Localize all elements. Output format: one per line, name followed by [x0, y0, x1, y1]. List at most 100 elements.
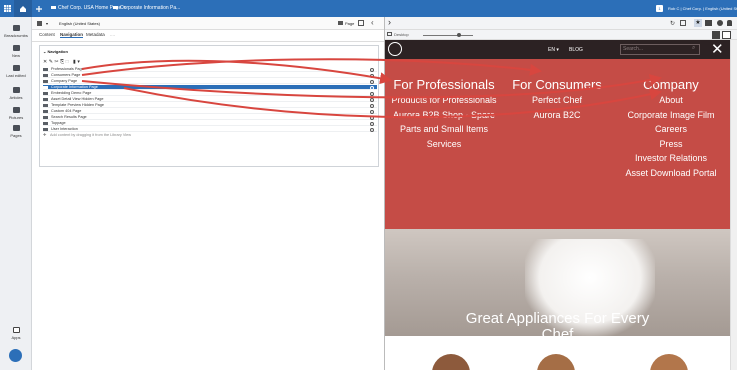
feature-image[interactable]	[432, 354, 470, 370]
menu-item[interactable]: Products for Professionals	[385, 93, 504, 108]
language-menu-label: EN	[548, 47, 555, 53]
rail-breadcrumbs[interactable]: Breadcrumbs	[0, 25, 32, 38]
menu-item[interactable]: Aurora B2C	[497, 108, 617, 123]
menu-item[interactable]: Aurora B2B Shop - Spare	[385, 108, 504, 123]
zoom-slider-handle[interactable]	[457, 33, 461, 37]
settings-icon[interactable]	[370, 67, 374, 72]
close-menu-icon[interactable]: ✕	[711, 40, 724, 59]
chef-logo-icon[interactable]	[388, 42, 402, 56]
search-icon[interactable]: ⌕	[692, 45, 695, 52]
rail-pictures[interactable]: Pictures	[0, 107, 32, 120]
list-item[interactable]: Asset Detail View Hidden Page	[43, 97, 377, 102]
list-item[interactable]: Company Page	[43, 79, 377, 84]
menu-item[interactable]: Investor Relations	[611, 151, 730, 166]
more-dropdown-icon[interactable]: ▾	[77, 59, 81, 65]
list-item[interactable]: Template Preview Hidden Page	[43, 103, 377, 108]
search-input[interactable]: Search...	[620, 44, 700, 55]
feature-image[interactable]	[650, 354, 688, 370]
menu-item[interactable]: Services	[385, 137, 504, 152]
settings-icon[interactable]	[370, 85, 374, 90]
rail-articles[interactable]: Articles	[0, 87, 32, 100]
rail-new[interactable]: New	[0, 45, 32, 58]
breadcrumbs-icon	[12, 25, 20, 31]
settings-icon[interactable]	[370, 79, 374, 84]
list-item-label: Search Results Page	[51, 115, 87, 119]
refresh-icon[interactable]: ↻	[670, 20, 675, 27]
device-icon[interactable]	[705, 20, 712, 26]
drop-hint: ✚ Add content by dragging it from the Lib…	[43, 133, 377, 138]
home-icon[interactable]	[14, 0, 32, 17]
add-tab-icon[interactable]	[32, 0, 46, 17]
blog-link[interactable]: BLOG	[569, 47, 583, 53]
preview-toggle-icon[interactable]	[358, 20, 364, 26]
rail-label: Apps	[11, 335, 21, 340]
settings-icon[interactable]	[370, 97, 374, 102]
globe-icon[interactable]	[717, 20, 723, 26]
hero-banner: Great Appliances For EveryChef ⌄	[385, 229, 730, 354]
rail-apps[interactable]: Apps	[0, 327, 32, 340]
external-link-icon[interactable]	[680, 20, 686, 26]
site-nav: EN ▾ BLOG Search... ⌕ ✕	[385, 40, 730, 59]
page-icon	[43, 128, 48, 131]
rail-label: Pictures	[8, 115, 24, 120]
menu-item[interactable]: Perfect Chef	[497, 93, 617, 108]
menu-item[interactable]: Parts and Small Items	[385, 122, 504, 137]
page-icon	[43, 110, 48, 113]
list-item-label: Custom 404 Page	[51, 109, 82, 113]
tab-more[interactable]: ....	[110, 32, 115, 37]
tab-navigation[interactable]: Navigation	[60, 32, 84, 38]
zoom-slider[interactable]	[423, 35, 473, 36]
list-item-selected[interactable]: Corporate Information Page	[43, 85, 377, 90]
list-item[interactable]: Search Results Page	[43, 115, 377, 120]
settings-icon[interactable]	[370, 103, 374, 108]
expand-arrow-icon[interactable]: ›	[388, 17, 391, 27]
menu-heading[interactable]: For Professionals	[385, 77, 504, 93]
language-select[interactable]: English (United States)	[59, 21, 100, 26]
page-icon	[43, 98, 48, 101]
paste-icon[interactable]: □	[66, 59, 71, 65]
panel-title-text: Navigation	[47, 49, 68, 54]
grid-menu-icon[interactable]	[0, 0, 14, 17]
preview-scrollbar[interactable]	[730, 40, 737, 370]
tab-content[interactable]: Content	[39, 32, 55, 37]
list-item[interactable]: Professionals Page	[43, 67, 377, 72]
menu-item[interactable]: About	[611, 93, 730, 108]
collapse-arrow-icon[interactable]: ‹	[371, 18, 374, 27]
star-icon[interactable]: ★	[694, 19, 702, 27]
tab-home-page-label: Chef Corp. USA Home Page	[58, 5, 122, 11]
tab-metadata[interactable]: Metadata	[86, 32, 105, 37]
feature-image[interactable]	[537, 354, 575, 370]
settings-icon[interactable]	[370, 109, 374, 114]
rail-last-edited[interactable]: Last edited	[0, 65, 32, 78]
plus-icon[interactable]: ✚	[43, 133, 46, 138]
list-item[interactable]: Custom 404 Page	[43, 109, 377, 114]
user-info[interactable]: Rob C | Chef Corp. | English (United Sta…	[668, 0, 737, 17]
layout-icon[interactable]	[722, 31, 731, 39]
menu-item[interactable]: Corporate Image Film	[611, 108, 730, 123]
sidebar-toggle-icon[interactable]	[37, 21, 42, 26]
settings-icon[interactable]	[370, 115, 374, 120]
dropdown-icon[interactable]: ▾	[46, 21, 48, 26]
list-item[interactable]: User Interaction	[43, 127, 377, 132]
settings-icon[interactable]	[370, 91, 374, 96]
screenshot-icon[interactable]	[712, 31, 720, 39]
rail-pages[interactable]: Pages	[0, 125, 32, 138]
page-icon	[43, 92, 48, 95]
notification-badge[interactable]: 1	[656, 5, 663, 12]
list-item[interactable]: Consumers Page	[43, 73, 377, 78]
tab-corporate-info[interactable]: Corporate Information Pa...	[113, 0, 180, 17]
settings-icon[interactable]	[370, 121, 374, 126]
language-menu[interactable]: EN ▾	[548, 47, 559, 53]
menu-item[interactable]: Asset Download Portal	[611, 166, 730, 181]
settings-icon[interactable]	[370, 127, 374, 132]
menu-item[interactable]: Press	[611, 137, 730, 152]
panel-toolbar: ✕✎✂⎘□ ▮▾	[43, 59, 81, 65]
list-item[interactable]: Toppage	[43, 121, 377, 126]
person-icon[interactable]	[727, 20, 732, 26]
settings-icon[interactable]	[370, 73, 374, 78]
menu-heading[interactable]: For Consumers	[497, 77, 617, 93]
list-item[interactable]: Embedding Demo Page	[43, 91, 377, 96]
menu-item[interactable]: Careers	[611, 122, 730, 137]
menu-heading[interactable]: Company	[611, 77, 730, 93]
zoom-label: Desktop	[394, 32, 409, 37]
